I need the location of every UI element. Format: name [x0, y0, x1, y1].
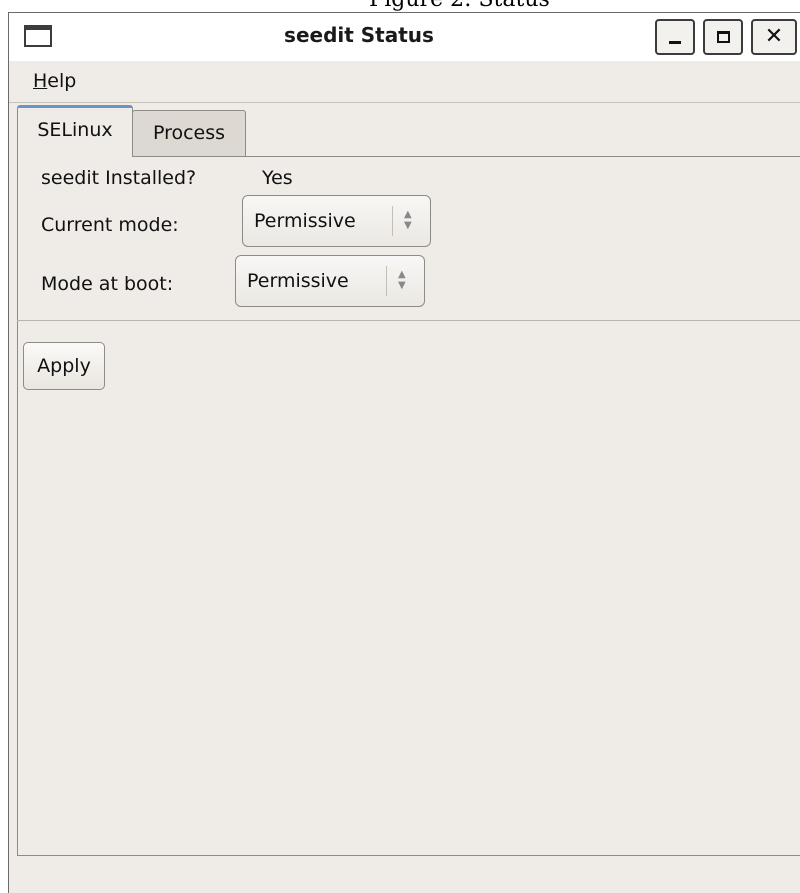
installed-label: seedit Installed?: [41, 167, 197, 189]
maximize-icon: [716, 31, 730, 43]
combo-separator: [386, 266, 387, 296]
menu-help[interactable]: Help: [33, 70, 76, 92]
maximize-button[interactable]: [703, 19, 743, 55]
boot-mode-value: Permissive: [247, 270, 349, 292]
apply-button[interactable]: Apply: [23, 342, 105, 390]
app-window: seedit Status ✕ Help Process SELinux see…: [8, 12, 800, 893]
menu-help-label: elp: [47, 70, 77, 92]
tab-process-label: Process: [152, 122, 226, 144]
close-button[interactable]: ✕: [751, 19, 797, 55]
boot-mode-select[interactable]: Permissive ▲ ▼: [235, 255, 425, 307]
menu-bar: Help: [9, 61, 800, 103]
menu-bar-divider: [9, 102, 800, 103]
tab-process[interactable]: Process: [132, 110, 246, 157]
minimize-icon: [669, 40, 681, 44]
current-mode-select[interactable]: Permissive ▲ ▼: [242, 195, 431, 247]
window-title: seedit Status: [284, 23, 434, 47]
combo-separator: [392, 206, 393, 236]
installed-value: Yes: [262, 167, 293, 189]
current-mode-value: Permissive: [254, 210, 356, 232]
title-bar[interactable]: seedit Status ✕: [9, 13, 800, 61]
minimize-button[interactable]: [655, 19, 695, 55]
horizontal-separator: [17, 320, 800, 321]
menu-help-mnemonic: H: [33, 70, 48, 92]
current-mode-label: Current mode:: [41, 214, 179, 236]
tab-selinux[interactable]: SELinux: [17, 105, 133, 157]
updown-arrows-icon: ▲ ▼: [398, 269, 406, 291]
boot-mode-label: Mode at boot:: [41, 273, 174, 295]
figure-caption: Figure 2: Status: [0, 0, 800, 12]
tab-selinux-label: SELinux: [37, 119, 113, 141]
figure-caption-text: Figure 2: Status: [369, 0, 550, 12]
updown-arrows-icon: ▲ ▼: [404, 209, 412, 231]
close-icon: ✕: [764, 24, 784, 49]
